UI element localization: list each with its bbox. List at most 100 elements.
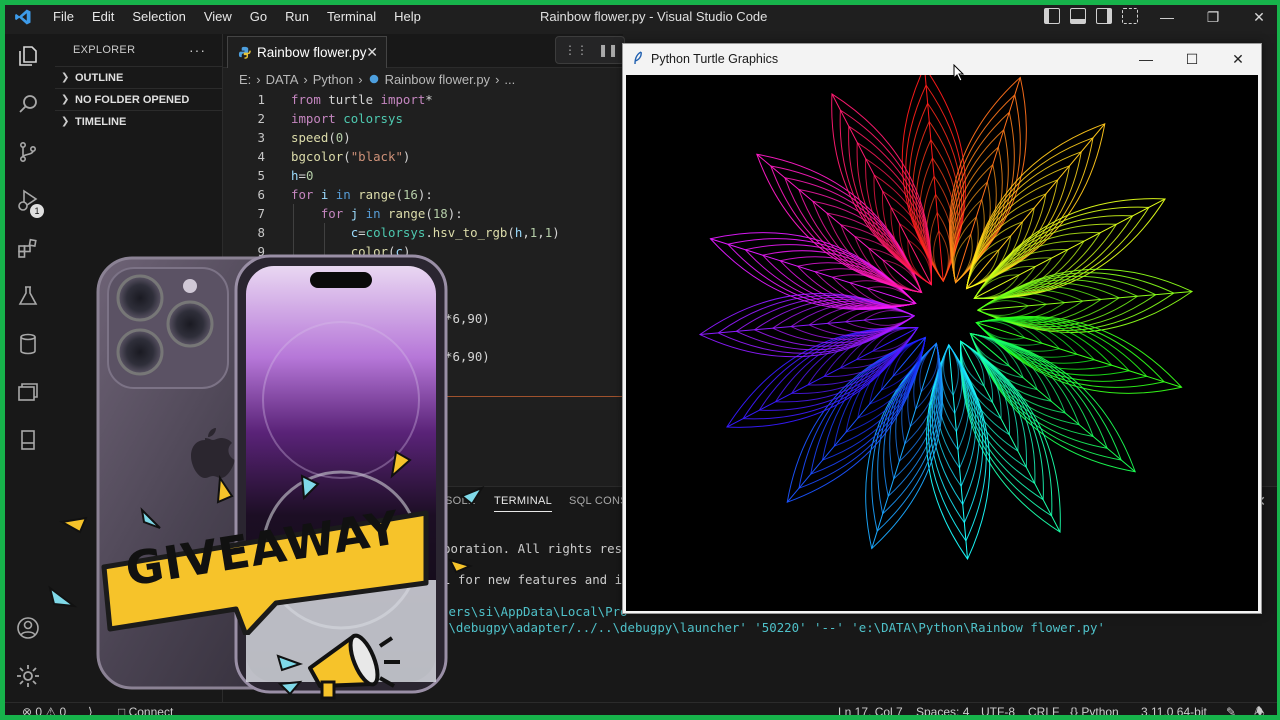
menu-view[interactable]: View (195, 0, 241, 34)
language-mode[interactable]: {} Python (1070, 704, 1119, 720)
explorer-more-actions-icon[interactable]: ··· (189, 42, 206, 58)
remote-explorer-icon[interactable] (14, 378, 42, 406)
turtle-canvas (626, 75, 1258, 611)
section-outline[interactable]: ❯ OUTLINE (55, 66, 222, 88)
divider (445, 396, 623, 397)
tab-rainbow-flower[interactable]: Rainbow flower.py ✕ (227, 36, 387, 68)
flower-center (916, 283, 976, 343)
status-bar: ⊗ 0 ⚠ 0 ⟩ □ Connect Ln 17, Col 7 Spaces:… (0, 702, 1280, 720)
notebook-icon[interactable] (14, 426, 42, 454)
line-number: 1 (257, 92, 265, 107)
menu-terminal[interactable]: Terminal (318, 0, 385, 34)
breadcrumb: E: › DATA › Python › Rainbow flower.py › ... (223, 68, 623, 90)
code-line: 5 h=0 (223, 166, 623, 185)
breadcrumb-data[interactable]: DATA (266, 72, 299, 87)
window-title: Rainbow flower.py - Visual Studio Code (540, 9, 768, 24)
title-bar: File Edit Selection View Go Run Terminal… (0, 0, 1280, 34)
code-line: 4 bgcolor("black") (223, 147, 623, 166)
minimize-icon[interactable]: — (1123, 44, 1169, 74)
breadcrumb-drive[interactable]: E: (239, 72, 251, 87)
customize-layout-icon[interactable] (1122, 8, 1138, 24)
drag-handle-icon[interactable]: ⋮⋮ (564, 43, 588, 57)
python-file-icon (238, 46, 251, 59)
feather-icon (633, 50, 643, 68)
chevron-right-icon: ❯ (61, 94, 70, 105)
flower-petal (698, 293, 916, 358)
cursor-position[interactable]: Ln 17, Col 7 (838, 704, 903, 720)
code-text: c=colorsys.hsv_to_rgb(h,1,1) (350, 225, 560, 240)
line-number: 2 (257, 111, 265, 126)
close-icon[interactable]: ✕ (1215, 44, 1261, 74)
breadcrumb-file[interactable]: Rainbow flower.py (385, 72, 491, 87)
petal-midrib (966, 123, 1106, 289)
search-icon[interactable] (14, 90, 42, 118)
code-line: 2 import colorsys (223, 109, 623, 128)
menu-help[interactable]: Help (385, 0, 430, 34)
pause-icon[interactable]: ❚❚ (598, 43, 618, 57)
turtle-window-title: Python Turtle Graphics (651, 52, 779, 66)
code-line: 7 for j in range(18): (223, 204, 623, 223)
restore-window-icon[interactable]: ❐ (1190, 0, 1236, 34)
rainbow-flower-drawing (698, 75, 1194, 561)
code-line: 6 for i in range(16): (223, 185, 623, 204)
line-ending[interactable]: CRLF (1028, 704, 1059, 720)
close-window-icon[interactable]: ✕ (1236, 0, 1280, 34)
code-line: 3 speed(0) (223, 128, 623, 147)
code-text: bgcolor("black") (291, 149, 411, 164)
turtle-graphics-window: Python Turtle Graphics — ☐ ✕ (622, 43, 1262, 614)
chevron-right-icon: ❯ (61, 72, 70, 83)
source-control-icon[interactable] (14, 138, 42, 166)
code-text: from turtle import* (291, 92, 433, 107)
connect-button[interactable]: □ Connect (118, 704, 173, 720)
manage-gear-icon[interactable] (14, 662, 42, 690)
notifications-icon[interactable]: 🕭 (1254, 704, 1265, 720)
petal-midrib (756, 153, 922, 293)
menu-selection[interactable]: Selection (123, 0, 194, 34)
tab-terminal[interactable]: TERMINAL (494, 495, 553, 512)
giveaway-banner: GIVEAWAY (96, 500, 436, 635)
section-timeline[interactable]: ❯ TIMELINE (55, 110, 222, 132)
extensions-icon[interactable] (14, 234, 42, 262)
explorer-icon[interactable] (14, 42, 42, 70)
layout-controls (1044, 8, 1138, 24)
debug-toolbar: ⋮⋮ ❚❚ (555, 36, 625, 64)
minimize-window-icon[interactable]: — (1144, 0, 1190, 34)
toggle-panel-icon[interactable] (1070, 8, 1086, 24)
code-text: speed(0) (291, 130, 351, 145)
menu-go[interactable]: Go (241, 0, 276, 34)
interpreter[interactable]: 3.11.0 64-bit (1141, 704, 1207, 720)
indentation[interactable]: Spaces: 4 (916, 704, 969, 720)
line-number: 7 (257, 206, 265, 221)
accounts-icon[interactable] (14, 614, 42, 642)
run-debug-icon[interactable]: 1 (14, 186, 44, 218)
menu-file[interactable]: File (44, 0, 83, 34)
problems-indicator[interactable]: ⊗ 0 ⚠ 0 (22, 704, 66, 720)
terminal-line: n\debugpy\adapter/../..\debugpy\launcher… (441, 620, 1105, 635)
maximize-icon[interactable]: ☐ (1169, 44, 1215, 74)
code-text: for j in range(18): (320, 206, 463, 221)
flower-petal (926, 343, 991, 561)
database-icon[interactable] (14, 330, 42, 358)
testing-icon[interactable] (14, 282, 42, 310)
close-tab-icon[interactable]: ✕ (366, 44, 378, 61)
breadcrumb-symbol[interactable]: ... (504, 72, 515, 87)
python-file-icon (368, 73, 381, 86)
line-number: 3 (257, 130, 265, 145)
toggle-primary-sidebar-icon[interactable] (1044, 8, 1060, 24)
code-line: 1 from turtle import* (223, 90, 623, 109)
breadcrumb-python[interactable]: Python (313, 72, 353, 87)
code-text: import colorsys (291, 111, 403, 126)
mouse-cursor-icon (953, 63, 965, 87)
toggle-secondary-sidebar-icon[interactable] (1096, 8, 1112, 24)
feedback-icon[interactable]: ✎ (1226, 704, 1236, 720)
line-number: 8 (257, 225, 265, 240)
code-line: 8 c=colorsys.hsv_to_rgb(h,1,1) (223, 223, 623, 242)
menu-run[interactable]: Run (276, 0, 318, 34)
encoding[interactable]: UTF-8 (981, 704, 1015, 720)
remote-icon[interactable]: ⟩ (88, 704, 93, 720)
line-number: 4 (257, 149, 265, 164)
code-text: for i in range(16): (291, 187, 433, 202)
vscode-logo-icon (6, 0, 40, 34)
section-no-folder[interactable]: ❯ NO FOLDER OPENED (55, 88, 222, 110)
menu-edit[interactable]: Edit (83, 0, 123, 34)
